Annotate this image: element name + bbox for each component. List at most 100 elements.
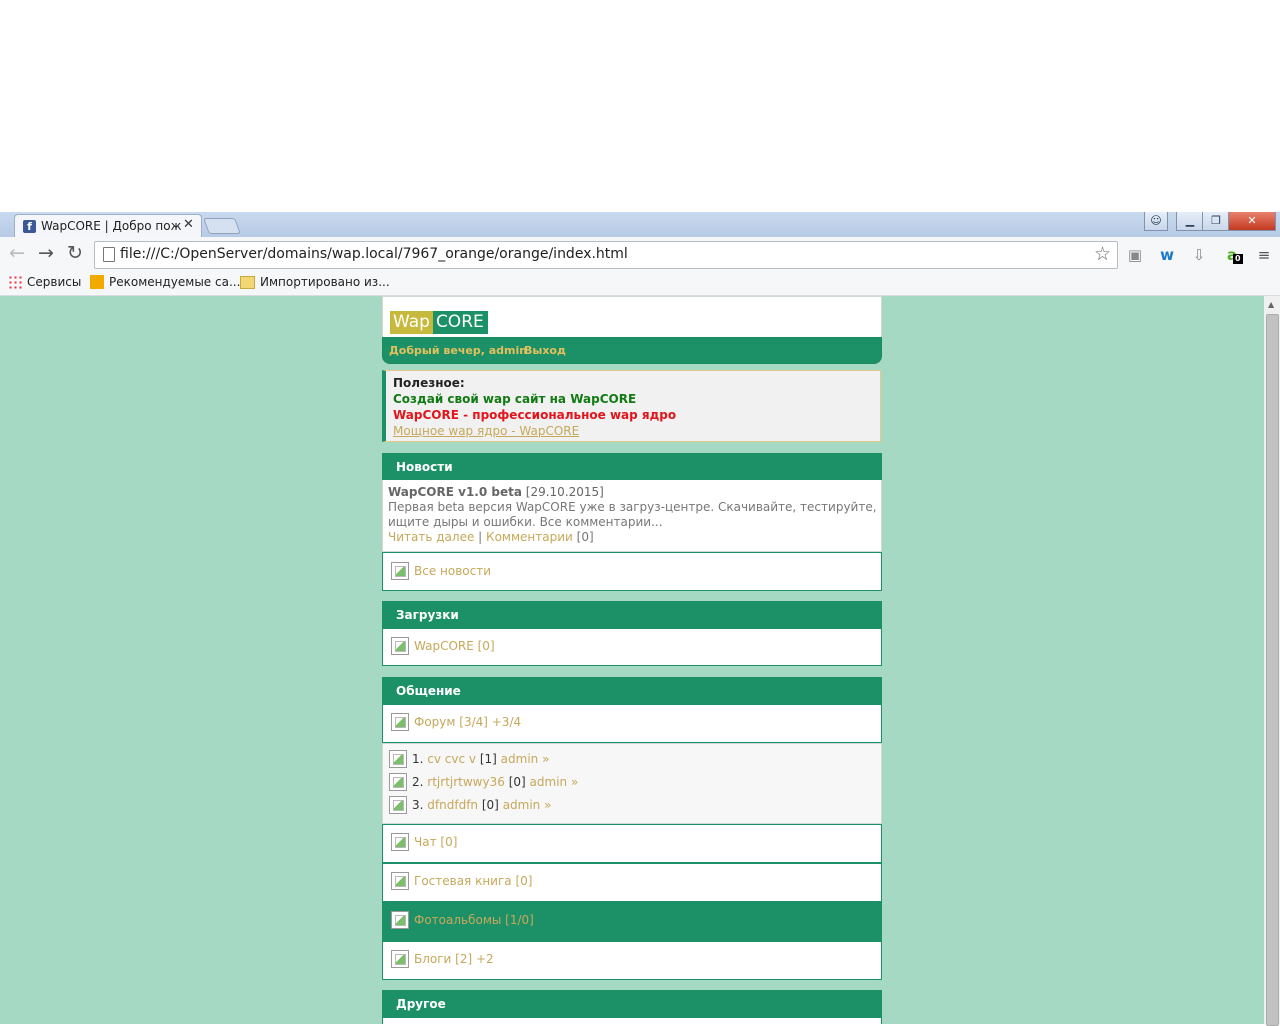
apps-grid-icon [8, 275, 22, 289]
bookmark-services[interactable]: Сервисы [8, 275, 81, 289]
blogs-icon [391, 950, 409, 968]
bookmarks-bar: Сервисы Рекомендуемые са... Импортирован… [0, 271, 1280, 296]
topic-author-link[interactable]: admin » [530, 775, 579, 789]
chat-link[interactable]: Чат [0] [414, 835, 457, 849]
site-logo[interactable]: Wap CORE [390, 311, 488, 334]
news-item-date: [29.10.2015] [525, 485, 604, 499]
tab-title: WapCORE | Добро пожал [41, 219, 181, 233]
forum-topics-list: 1. cv cvc v [1] admin » 2. rtjrtjrtwwy36… [382, 743, 882, 824]
chat-row[interactable]: Чат [0] [382, 824, 882, 863]
useful-line-1: Создай свой wap сайт на WapCORE [393, 392, 637, 406]
topic-number: 1. [412, 752, 424, 766]
topic-title-link[interactable]: dfndfdfn [427, 798, 478, 812]
address-url[interactable]: file:///C:/OpenServer/domains/wap.local/… [120, 246, 628, 262]
all-news-icon [391, 562, 409, 580]
new-tab-button[interactable] [203, 218, 241, 234]
scroll-up-icon[interactable]: ▲ [1268, 300, 1274, 309]
guestbook-row[interactable]: Гостевая книга [0] [382, 863, 882, 902]
page-viewport: Wap CORE Добрый вечер, admin Выход Полезн… [0, 296, 1264, 1024]
logo-wap: Wap [390, 311, 433, 334]
minimize-icon[interactable]: ▁ [1176, 212, 1204, 231]
news-item-text-1: Первая beta версия WapCORE уже в загруз-… [388, 500, 877, 514]
guestbook-link[interactable]: Гостевая книга [0] [414, 874, 532, 888]
topic-count: [0] [508, 775, 526, 789]
facebook-favicon-icon: f [23, 220, 36, 233]
forum-row[interactable]: Форум [3/4] +3/4 [382, 704, 882, 743]
topic-icon [389, 773, 407, 791]
reload-icon[interactable]: ↻ [64, 242, 86, 264]
topic-number: 2. [412, 775, 424, 789]
downloads-header-label: Загрузки [396, 608, 459, 622]
restore-icon[interactable]: ❐ [1202, 212, 1230, 231]
bookmark-recommended[interactable]: Рекомендуемые са... [90, 275, 240, 289]
comments-count: [0] [576, 530, 594, 544]
logo-core: CORE [432, 311, 488, 334]
downloads-header: Загрузки [382, 601, 882, 628]
extension-download-icon[interactable]: ⇩ [1188, 244, 1210, 266]
topic-icon [389, 796, 407, 814]
scrollbar-thumb[interactable] [1266, 314, 1279, 1026]
comments-link[interactable]: Комментарии [486, 530, 573, 544]
photoalbums-link[interactable]: Фотоальбомы [1/0] [414, 913, 534, 927]
folder-icon [240, 276, 255, 289]
other-header: Другое [382, 990, 882, 1017]
news-header: Новости [382, 453, 882, 480]
tab-close-icon[interactable]: ✕ [183, 217, 194, 232]
logout-link[interactable]: Выход [524, 344, 566, 357]
other-row [382, 1017, 882, 1024]
page-scrollbar[interactable]: ▲ [1264, 296, 1280, 1026]
bookmark-imported[interactable]: Импортировано из... [240, 275, 390, 289]
extension-a-icon[interactable]: a0 [1221, 244, 1243, 266]
greeting-link[interactable]: Добрый вечер, admin [389, 344, 527, 357]
browser-tab[interactable]: f WapCORE | Добро пожал ✕ [14, 214, 202, 238]
chat-icon [391, 833, 409, 851]
forum-link[interactable]: Форум [3/4] +3/4 [414, 715, 521, 729]
forum-topic-row[interactable]: 2. rtjrtjrtwwy36 [0] admin » [383, 772, 881, 792]
blogs-link[interactable]: Блоги [2] +2 [414, 952, 494, 966]
topic-icon [389, 750, 407, 768]
community-header: Общение [382, 677, 882, 704]
topic-author-link[interactable]: admin » [503, 798, 552, 812]
download-category-icon [391, 637, 409, 655]
forum-topic-row[interactable]: 1. cv cvc v [1] admin » [383, 749, 881, 769]
guestbook-icon [391, 872, 409, 890]
all-news-row[interactable]: Все новости [382, 552, 882, 591]
page-icon [103, 247, 115, 262]
user-bar: Добрый вечер, admin Выход [382, 337, 882, 364]
topic-count: [0] [481, 798, 499, 812]
chrome-menu-icon[interactable]: ≡ [1253, 244, 1275, 266]
window-close-icon[interactable]: ✕ [1228, 212, 1276, 231]
bookmark-star-icon[interactable]: ☆ [1094, 243, 1111, 265]
useful-link[interactable]: Мощное wap ядро - WapCORE [393, 424, 579, 438]
bing-icon [90, 275, 104, 289]
desktop-blank-area [0, 0, 1280, 212]
news-item: WapCORE v1.0 beta [29.10.2015] Первая be… [382, 480, 882, 552]
community-header-label: Общение [396, 684, 461, 698]
header: Wap CORE [382, 296, 882, 338]
read-more-link[interactable]: Читать далее [388, 530, 474, 544]
news-item-title: WapCORE v1.0 beta [388, 485, 522, 499]
news-header-label: Новости [396, 460, 453, 474]
downloads-row[interactable]: WapCORE [0] [382, 628, 882, 666]
other-header-label: Другое [396, 997, 446, 1011]
forward-icon[interactable]: → [35, 242, 57, 264]
useful-block: Полезное: Создай свой wap сайт на WapCOR… [382, 370, 881, 442]
photoalbums-icon [391, 911, 409, 929]
forum-topic-row[interactable]: 3. dfndfdfn [0] admin » [383, 795, 881, 815]
topic-title-link[interactable]: rtjrtjrtwwy36 [427, 775, 505, 789]
blogs-row[interactable]: Блоги [2] +2 [382, 941, 882, 980]
topic-count: [1] [479, 752, 497, 766]
all-news-link[interactable]: Все новости [414, 564, 491, 578]
profile-icon[interactable]: ☺ [1144, 212, 1168, 231]
photoalbums-row[interactable]: Фотоальбомы [1/0] [382, 901, 882, 941]
topic-author-link[interactable]: admin » [501, 752, 550, 766]
news-item-text-2: ищите дыры и ошибки. Все комментарии... [388, 515, 663, 529]
extension-grid-icon[interactable]: ▣ [1124, 244, 1146, 266]
extension-wave-icon[interactable]: w [1156, 244, 1178, 266]
download-category-link[interactable]: WapCORE [0] [414, 639, 495, 653]
address-bar[interactable]: file:///C:/OpenServer/domains/wap.local/… [94, 241, 1118, 269]
back-icon[interactable]: ← [6, 242, 28, 264]
extension-badge: 0 [1233, 254, 1243, 264]
topic-title-link[interactable]: cv cvc v [427, 752, 476, 766]
useful-title: Полезное: [393, 376, 465, 390]
